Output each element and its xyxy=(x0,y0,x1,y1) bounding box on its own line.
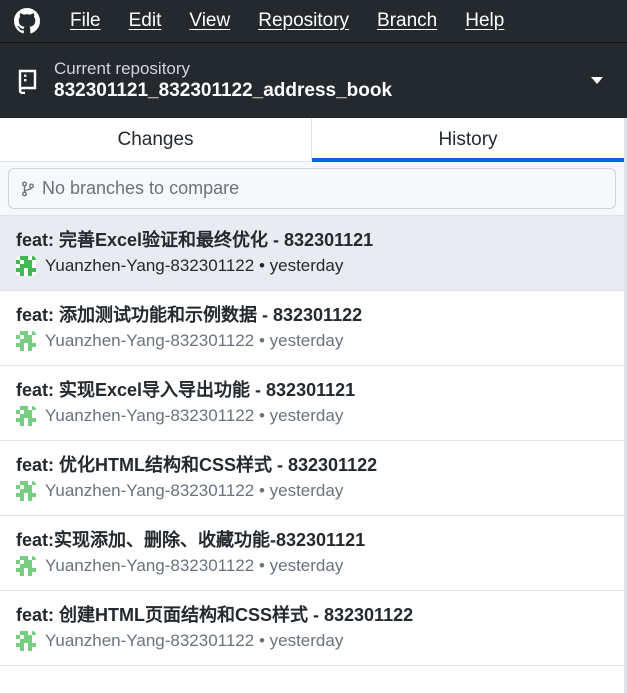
commit-row[interactable]: feat:实现添加、删除、收藏功能-832301121 Yuanzhen-Yang… xyxy=(0,516,624,591)
commit-title: feat: 创建HTML页面结构和CSS样式 - 832301122 xyxy=(16,605,414,625)
commit-title: feat: 完善Excel验证和最终优化 - 832301121 xyxy=(16,230,374,250)
tab-history-label: History xyxy=(438,128,498,150)
menu-bar: File Edit View Repository Branch Help xyxy=(0,0,627,42)
compare-area: No branches to compare xyxy=(0,162,624,216)
github-logo-icon xyxy=(14,8,40,34)
commit-row[interactable]: feat: 优化HTML结构和CSS样式 - 832301122 Yuanzhen… xyxy=(0,441,624,516)
commit-author-time: Yuanzhen-Yang-832301122 • yesterday xyxy=(45,406,344,425)
menu-repository-label: Repository xyxy=(258,10,350,31)
commit-author-time: Yuanzhen-Yang-832301122 • yesterday xyxy=(45,556,344,575)
menu-file-label: File xyxy=(70,10,101,31)
menu-view[interactable]: View xyxy=(175,0,244,42)
menu-branch[interactable]: Branch xyxy=(363,0,451,42)
commit-title: feat: 优化HTML结构和CSS样式 - 832301122 xyxy=(16,455,378,475)
menu-file[interactable]: File xyxy=(56,0,115,42)
commit-row[interactable]: feat: 完善Excel验证和最终优化 - 832301121 Yuanzhen… xyxy=(0,216,624,291)
menu-branch-label: Branch xyxy=(377,10,438,31)
commit-meta: Yuanzhen-Yang-832301122 • yesterday xyxy=(16,631,343,651)
author-avatar-icon xyxy=(16,331,36,351)
author-avatar-icon xyxy=(16,481,36,501)
commit-meta: Yuanzhen-Yang-832301122 • yesterday xyxy=(16,331,343,351)
commit-author-time: Yuanzhen-Yang-832301122 • yesterday xyxy=(45,331,344,350)
commit-title: feat: 添加测试功能和示例数据 - 832301122 xyxy=(16,305,363,325)
commit-meta: Yuanzhen-Yang-832301122 • yesterday xyxy=(16,556,343,576)
commit-author-time: Yuanzhen-Yang-832301122 • yesterday xyxy=(45,631,344,650)
menu-help[interactable]: Help xyxy=(451,0,518,42)
branch-compare-input[interactable]: No branches to compare xyxy=(8,168,616,209)
commit-author-time: Yuanzhen-Yang-832301122 • yesterday xyxy=(45,256,344,275)
repository-selector[interactable]: Current repository 832301121_832301122_a… xyxy=(0,42,627,118)
commit-title: feat: 实现Excel导入导出功能 - 832301121 xyxy=(16,380,356,400)
tab-changes[interactable]: Changes xyxy=(0,118,312,161)
current-repository-label: Current repository xyxy=(54,58,191,78)
commit-author-time: Yuanzhen-Yang-832301122 • yesterday xyxy=(45,481,344,500)
author-avatar-icon xyxy=(16,256,36,276)
commit-meta: Yuanzhen-Yang-832301122 • yesterday xyxy=(16,406,343,426)
author-avatar-icon xyxy=(16,631,36,651)
author-avatar-icon xyxy=(16,556,36,576)
commit-meta: Yuanzhen-Yang-832301122 • yesterday xyxy=(16,256,343,276)
menu-repository[interactable]: Repository xyxy=(244,0,363,42)
menu-help-label: Help xyxy=(465,10,505,31)
tab-changes-label: Changes xyxy=(117,128,194,150)
commit-row[interactable]: feat: 添加测试功能和示例数据 - 832301122 Yuanzhen-Ya… xyxy=(0,291,624,366)
menu-view-label: View xyxy=(189,10,231,31)
git-branch-icon xyxy=(22,181,34,196)
menu-edit-label: Edit xyxy=(128,10,162,31)
commit-row[interactable]: feat: 创建HTML页面结构和CSS样式 - 832301122 Yuanzh… xyxy=(0,591,624,666)
repo-text: Current repository 832301121_832301122_a… xyxy=(54,59,392,103)
caret-down-icon xyxy=(591,77,603,84)
commit-meta: Yuanzhen-Yang-832301122 • yesterday xyxy=(16,481,343,501)
menu-edit[interactable]: Edit xyxy=(115,0,176,42)
author-avatar-icon xyxy=(16,406,36,426)
commit-list: feat: 完善Excel验证和最终优化 - 832301121 Yuanzhen… xyxy=(0,216,624,666)
commit-title: feat:实现添加、删除、收藏功能-832301121 xyxy=(16,530,366,550)
repository-name: 832301121_832301122_address_book xyxy=(54,79,393,101)
tab-bar: Changes History xyxy=(0,118,627,162)
commit-row[interactable]: feat: 实现Excel导入导出功能 - 832301121 Yuanzhen-… xyxy=(0,366,624,441)
tab-history[interactable]: History xyxy=(312,118,624,162)
compare-placeholder: No branches to compare xyxy=(42,178,240,198)
repo-icon xyxy=(16,68,38,94)
